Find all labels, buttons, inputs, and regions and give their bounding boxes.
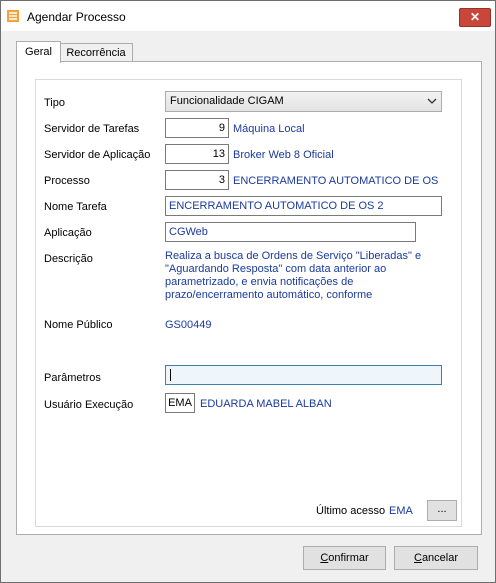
- text-caret: [170, 369, 171, 381]
- app-icon: [7, 10, 19, 22]
- window-title: Agendar Processo: [27, 10, 126, 24]
- cancelar-accel: C: [413, 552, 422, 564]
- nome-tarefa-field[interactable]: ENCERRAMENTO AUTOMATICO DE OS 2: [165, 196, 442, 216]
- chevron-down-icon: [427, 98, 437, 104]
- close-button[interactable]: ✕: [459, 8, 491, 27]
- descricao-label: Descrição: [44, 253, 93, 265]
- tipo-select[interactable]: Funcionalidade CIGAM: [165, 91, 442, 112]
- servidor-tarefas-code-field[interactable]: 9: [165, 118, 229, 138]
- cancelar-label: ancelar: [421, 552, 459, 564]
- usuario-execucao-code-field[interactable]: EMA: [165, 393, 195, 413]
- usuario-execucao-label: Usuário Execução: [44, 399, 134, 411]
- servidor-aplicacao-name: Broker Web 8 Oficial: [233, 149, 334, 161]
- aplicacao-field[interactable]: CGWeb: [165, 222, 416, 242]
- confirmar-button[interactable]: Confirmar: [303, 546, 386, 570]
- nome-publico-value: GS00449: [165, 319, 212, 331]
- servidor-aplicacao-code-field[interactable]: 13: [165, 144, 229, 164]
- servidor-aplicacao-label: Servidor de Aplicação: [44, 149, 151, 161]
- nome-tarefa-label: Nome Tarefa: [44, 201, 107, 213]
- parametros-label: Parâmetros: [44, 372, 101, 384]
- usuario-execucao-name: EDUARDA MABEL ALBAN: [200, 398, 332, 410]
- close-icon: ✕: [469, 10, 481, 24]
- descricao-text: Realiza a busca de Ordens de Serviço "Li…: [165, 250, 422, 301]
- tipo-value: Funcionalidade CIGAM: [170, 95, 284, 107]
- processo-name: ENCERRAMENTO AUTOMATICO DE OS: [233, 175, 439, 187]
- processo-code-field[interactable]: 3: [165, 170, 229, 190]
- tab-recorrencia-label: Recorrência: [66, 47, 126, 59]
- ultimo-acesso-value: EMA: [389, 505, 413, 517]
- tab-recorrencia[interactable]: Recorrência: [59, 43, 133, 63]
- tipo-label: Tipo: [44, 97, 65, 109]
- confirmar-label: onfirmar: [328, 552, 369, 564]
- parametros-field[interactable]: [165, 365, 442, 385]
- aplicacao-label: Aplicação: [44, 227, 92, 239]
- cancelar-button[interactable]: Cancelar: [394, 546, 478, 570]
- ellipsis-button[interactable]: ...: [427, 500, 457, 521]
- tab-geral-label: Geral: [25, 46, 52, 58]
- tab-geral[interactable]: Geral: [16, 41, 61, 63]
- dialog-window: Agendar Processo ✕ Geral Recorrência Tip…: [0, 0, 496, 583]
- nome-publico-label: Nome Público: [44, 319, 113, 331]
- ultimo-acesso-label: Último acesso: [316, 505, 386, 517]
- servidor-tarefas-name: Máquina Local: [233, 123, 305, 135]
- processo-label: Processo: [44, 175, 90, 187]
- servidor-tarefas-label: Servidor de Tarefas: [44, 123, 140, 135]
- form-group-box: [35, 79, 462, 527]
- title-bar: Agendar Processo ✕: [1, 1, 495, 31]
